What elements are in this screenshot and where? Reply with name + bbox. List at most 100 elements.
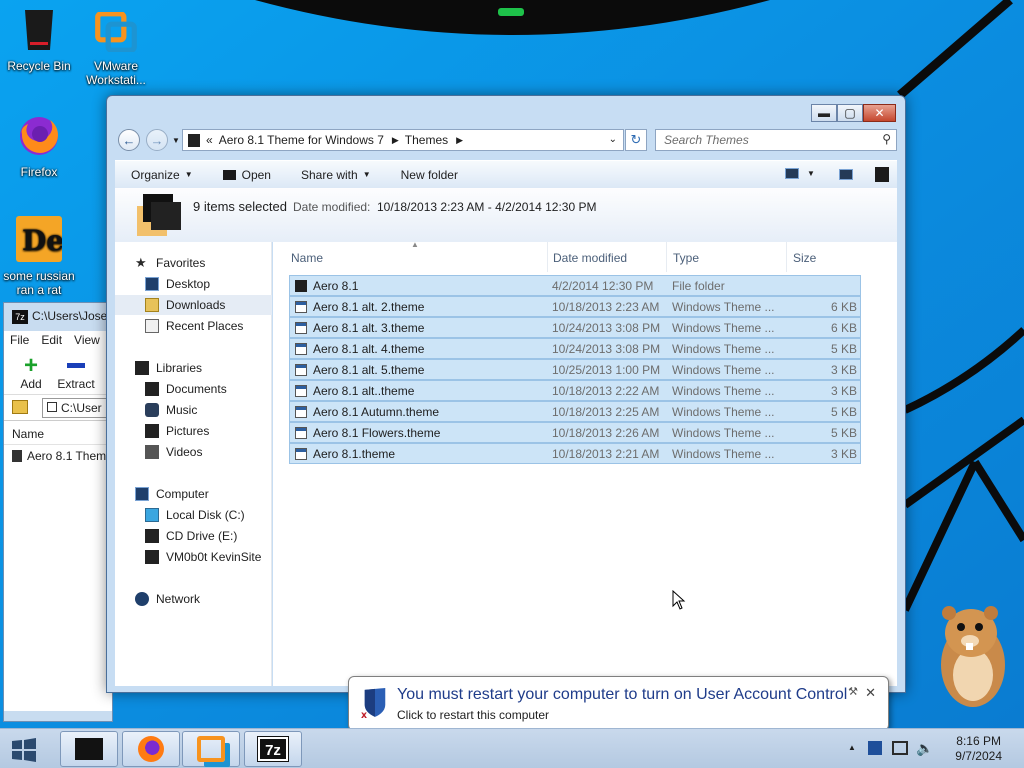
taskbar-7zip-button[interactable]: 7z bbox=[244, 731, 302, 767]
minus-icon bbox=[67, 363, 85, 368]
nav-desktop[interactable]: Desktop bbox=[115, 274, 272, 294]
menu-file[interactable]: File bbox=[10, 333, 29, 347]
svg-text:x: x bbox=[361, 710, 367, 718]
network-drive-icon bbox=[145, 550, 159, 564]
breadcrumb-overflow[interactable]: « bbox=[206, 133, 213, 147]
nav-music[interactable]: Music bbox=[115, 400, 272, 420]
file-row[interactable]: Aero 8.1 Flowers.theme 10/18/2013 2:26 AM… bbox=[289, 422, 861, 443]
file-date-modified: 10/24/2013 3:08 PM bbox=[552, 321, 661, 335]
share-with-button[interactable]: Share with ▼ bbox=[301, 168, 371, 182]
7zip-file-list[interactable]: Name Aero 8.1 Them bbox=[4, 421, 112, 711]
chevron-down-icon[interactable]: ▼ bbox=[807, 169, 815, 178]
music-icon bbox=[145, 403, 159, 417]
close-button[interactable]: ✕ bbox=[863, 104, 896, 122]
nav-videos[interactable]: Videos bbox=[115, 442, 272, 462]
file-row[interactable]: Aero 8.1.theme 10/18/2013 2:21 AM Windows … bbox=[289, 443, 861, 464]
menu-view[interactable]: View bbox=[74, 333, 100, 347]
forward-button[interactable]: → bbox=[146, 129, 168, 151]
file-row[interactable]: Aero 8.1 alt. 4.theme 10/24/2013 3:08 PM W… bbox=[289, 338, 861, 359]
cd-drive-icon bbox=[145, 529, 159, 543]
column-header-name[interactable]: Name bbox=[285, 242, 548, 272]
nav-network[interactable]: Network bbox=[115, 589, 272, 609]
file-row[interactable]: Aero 8.1 alt..theme 10/18/2013 2:22 AM Win… bbox=[289, 380, 861, 401]
7zip-title-bar[interactable]: 7z C:\Users\Josep bbox=[4, 303, 112, 331]
preview-pane-icon[interactable] bbox=[839, 169, 853, 180]
breadcrumb-chevron-icon[interactable]: ▶ bbox=[392, 135, 399, 146]
action-center-flag-icon[interactable] bbox=[868, 741, 882, 755]
change-view-button[interactable]: ▼ bbox=[785, 168, 815, 179]
nav-local-disk[interactable]: Local Disk (C:) bbox=[115, 505, 272, 525]
address-bar[interactable]: « Aero 8.1 Theme for Windows 7 ▶ Themes … bbox=[182, 129, 624, 151]
file-row[interactable]: Aero 8.1 alt. 3.theme 10/24/2013 3:08 PM W… bbox=[289, 317, 861, 338]
breadcrumb-themes[interactable]: Themes bbox=[405, 133, 448, 147]
column-header-size[interactable]: Size bbox=[787, 242, 861, 272]
file-row[interactable]: Aero 8.1 4/2/2014 12:30 PM File folder bbox=[289, 275, 861, 296]
menu-edit[interactable]: Edit bbox=[41, 333, 62, 347]
desktop-icon-firefox[interactable]: Firefox bbox=[0, 112, 78, 179]
file-row[interactable]: Aero 8.1 Autumn.theme 10/18/2013 2:25 AM W… bbox=[289, 401, 861, 422]
nav-cd-drive[interactable]: CD Drive (E:) bbox=[115, 526, 272, 546]
chevron-down-icon: ▼ bbox=[362, 170, 371, 179]
close-notification-button[interactable]: ✕ bbox=[865, 685, 876, 701]
file-type: Windows Theme ... bbox=[672, 300, 775, 314]
address-dropdown-icon[interactable]: ⌄ bbox=[609, 134, 617, 145]
notification-title[interactable]: You must restart your computer to turn o… bbox=[397, 686, 847, 704]
column-header-date[interactable]: Date modified bbox=[547, 242, 667, 272]
list-item[interactable]: Aero 8.1 Them bbox=[4, 445, 112, 465]
organize-button[interactable]: Organize ▼ bbox=[131, 168, 193, 182]
new-folder-button[interactable]: New folder bbox=[401, 168, 458, 182]
taskbar-vmware-button[interactable] bbox=[182, 731, 240, 767]
settings-wrench-icon[interactable]: ⚒ bbox=[848, 685, 858, 698]
breadcrumb-theme-folder[interactable]: Aero 8.1 Theme for Windows 7 bbox=[219, 133, 384, 147]
recent-pages-chevron-icon[interactable]: ▼ bbox=[172, 136, 180, 145]
file-row[interactable]: Aero 8.1 alt. 5.theme 10/25/2013 1:00 PM W… bbox=[289, 359, 861, 380]
desktop-icon-malware[interactable]: De some russian ran a rat bbox=[0, 216, 78, 297]
minimize-button[interactable]: ▬ bbox=[811, 104, 837, 122]
search-input[interactable]: Search Themes ⚲ bbox=[655, 129, 897, 151]
7zip-address-text: C:\User bbox=[61, 401, 102, 415]
show-hidden-icons-chevron-icon[interactable]: ▲ bbox=[848, 743, 856, 752]
nav-documents[interactable]: Documents bbox=[115, 379, 272, 399]
file-row[interactable]: Aero 8.1 alt. 2.theme 10/18/2013 2:23 AM W… bbox=[289, 296, 861, 317]
back-button[interactable]: ← bbox=[118, 129, 140, 151]
taskbar-firefox-button[interactable] bbox=[122, 731, 180, 767]
nav-downloads[interactable]: Downloads bbox=[115, 295, 272, 315]
breadcrumb-chevron-icon[interactable]: ▶ bbox=[456, 135, 463, 146]
7zip-address-row: C:\User bbox=[4, 395, 112, 421]
nav-recent-places[interactable]: Recent Places bbox=[115, 316, 272, 336]
nav-favorites[interactable]: ★ Favorites bbox=[115, 253, 272, 273]
uac-notification-balloon[interactable]: x You must restart your computer to turn… bbox=[348, 676, 889, 731]
notification-subtitle[interactable]: Click to restart this computer bbox=[397, 708, 549, 722]
nav-pictures[interactable]: Pictures bbox=[115, 421, 272, 441]
nav-computer[interactable]: Computer bbox=[115, 484, 272, 504]
nav-vm-share[interactable]: VM0b0t KevinSite bbox=[115, 547, 272, 567]
open-button[interactable]: Open bbox=[222, 168, 271, 182]
explorer-window[interactable]: ▬ ▢ ✕ ← → ▼ « Aero 8.1 Theme for Windows… bbox=[106, 95, 906, 693]
file-name: Aero 8.1 alt. 4.theme bbox=[313, 342, 425, 356]
column-header-type[interactable]: Type bbox=[667, 242, 787, 272]
7zip-extract-button[interactable]: Extract bbox=[56, 355, 96, 391]
maximize-button[interactable]: ▢ bbox=[837, 104, 863, 122]
clock[interactable]: 8:16 PM 9/7/2024 bbox=[955, 734, 1002, 764]
desktop-icon-recycle-bin[interactable]: Recycle Bin bbox=[0, 6, 78, 73]
svg-text:De: De bbox=[22, 224, 62, 257]
back-arrow-icon: ← bbox=[122, 132, 136, 148]
network-status-icon[interactable] bbox=[892, 741, 908, 755]
7zip-window[interactable]: 7z C:\Users\Josep File Edit View + Add Extr… bbox=[3, 302, 113, 722]
7zip-name-column[interactable]: Name bbox=[4, 421, 112, 445]
refresh-button[interactable]: ↻ bbox=[625, 129, 647, 151]
taskbar-explorer-button[interactable] bbox=[60, 731, 118, 767]
file-list[interactable]: ▲ Name Date modified Type Size Aero 8.1 4… bbox=[273, 240, 897, 686]
volume-muted-icon[interactable]: 🔈 bbox=[916, 740, 933, 757]
theme-file-icon bbox=[295, 364, 307, 376]
selection-count: 9 items selected bbox=[193, 199, 287, 214]
help-icon[interactable] bbox=[875, 167, 889, 182]
start-button[interactable] bbox=[10, 737, 38, 763]
navigation-pane[interactable]: ★ Favorites Desktop Downloads Recent Plac… bbox=[115, 242, 272, 686]
7zip-add-button[interactable]: + Add bbox=[11, 354, 51, 392]
nav-libraries[interactable]: Libraries bbox=[115, 358, 272, 378]
7zip-address-input[interactable]: C:\User bbox=[42, 398, 112, 418]
up-folder-icon[interactable] bbox=[12, 400, 28, 414]
desktop-icon-vmware[interactable]: VMware Workstati... bbox=[77, 11, 155, 87]
uac-shield-icon: x bbox=[361, 688, 386, 718]
